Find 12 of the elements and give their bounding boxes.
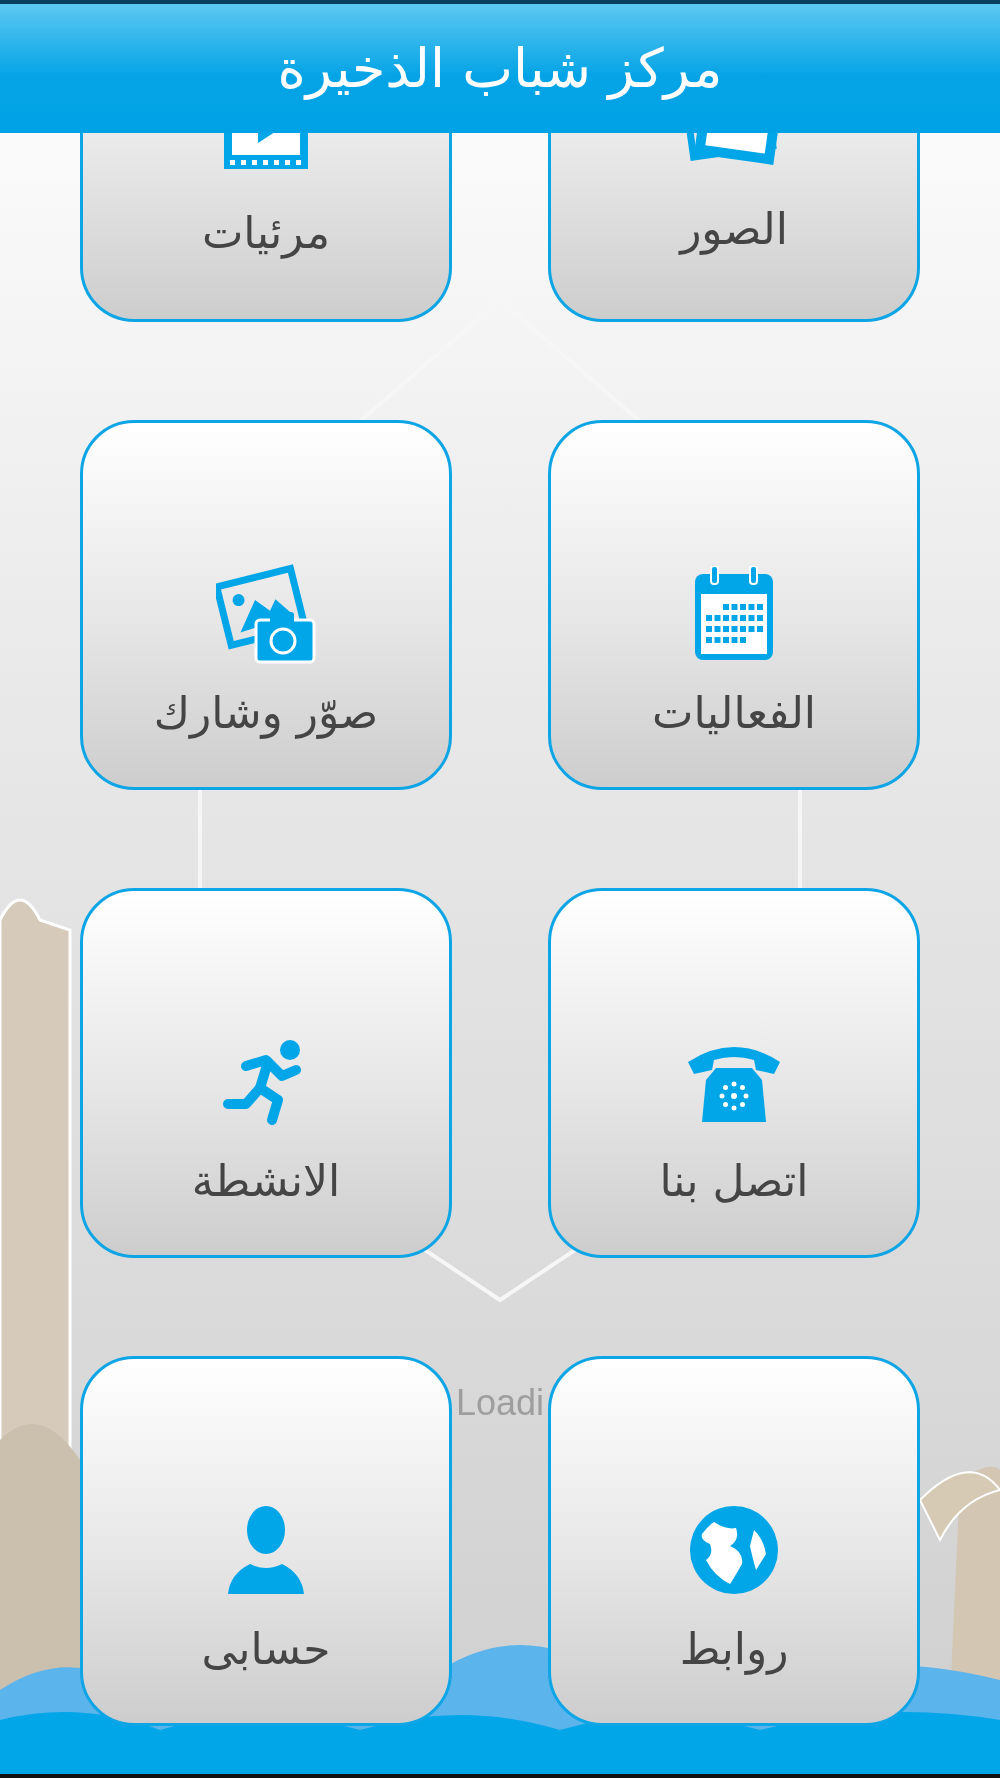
header-title: مركز شباب الذخيرة — [277, 37, 723, 100]
loading-text: Loadi — [455, 1382, 545, 1424]
calendar-icon — [693, 566, 775, 662]
menu-tile[interactable]: صوّر وشارك — [80, 420, 452, 790]
menu-tile[interactable]: الصور — [548, 133, 920, 322]
menu-tile[interactable]: روابط — [548, 1356, 920, 1726]
menu-tile[interactable]: الفعاليات — [548, 420, 920, 790]
menu-tile[interactable]: اتصل بنا — [548, 888, 920, 1258]
menu-tile[interactable]: حسابى — [80, 1356, 452, 1726]
photo-camera-icon — [216, 564, 316, 664]
menu-tile[interactable]: مرئيات — [80, 133, 452, 322]
menu-tile[interactable]: الانشطة — [80, 888, 452, 1258]
